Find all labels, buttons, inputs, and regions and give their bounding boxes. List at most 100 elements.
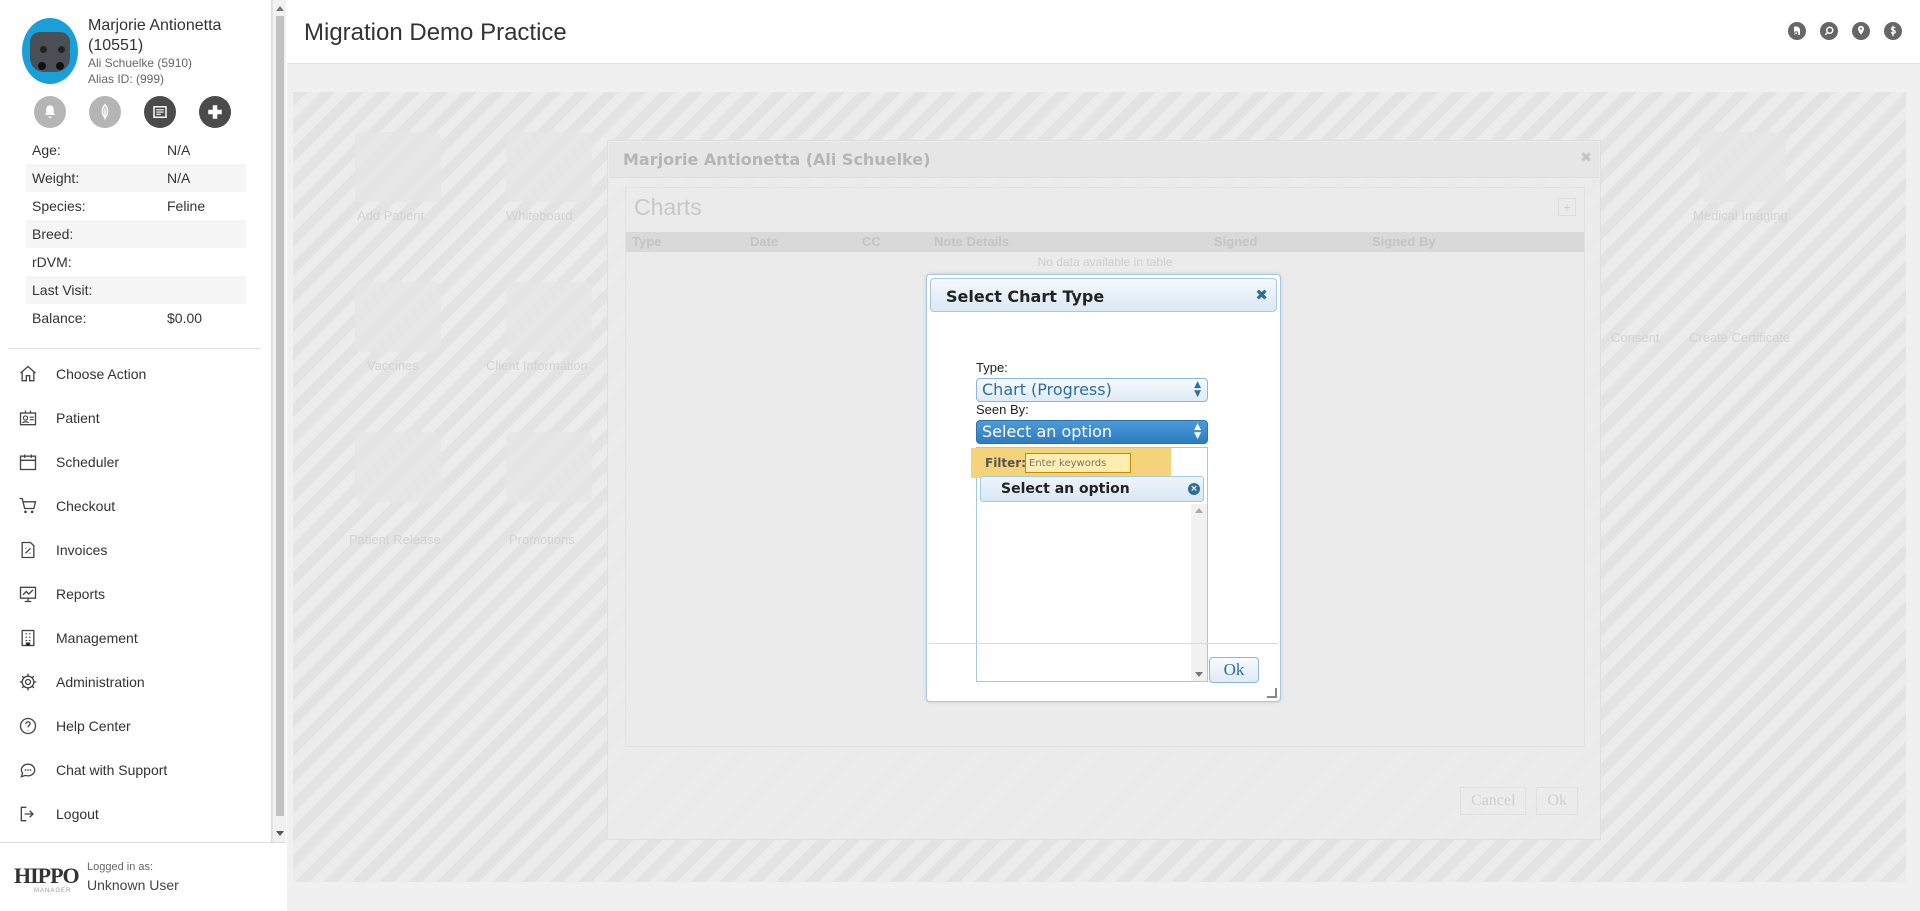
cart-icon bbox=[19, 497, 37, 514]
patient-info-table: Age: N/A Weight: N/A Species: Feline Breed:… bbox=[26, 136, 246, 332]
info-row-rdvm: rDVM: bbox=[32, 254, 72, 270]
dialog-titlebar[interactable]: Select Chart Type ✖ bbox=[930, 278, 1277, 312]
sidebar-scrollbar[interactable] bbox=[272, 0, 286, 842]
bg-label-medical-imaging: Medical Imaging bbox=[1693, 208, 1788, 223]
logout-icon bbox=[20, 806, 34, 822]
scroll-up-arrow-icon[interactable] bbox=[1195, 508, 1203, 513]
dialog-footer-divider bbox=[929, 643, 1278, 644]
resize-handle-icon[interactable] bbox=[1267, 688, 1277, 698]
ok-button[interactable]: Ok bbox=[1209, 657, 1259, 683]
chat-icon bbox=[20, 763, 36, 778]
logged-in-label: Logged in as: bbox=[87, 861, 154, 873]
notes-icon[interactable] bbox=[144, 96, 176, 128]
patient-dialog-buttons: Cancel Ok bbox=[1460, 787, 1578, 815]
col-signed-by[interactable]: Signed By bbox=[1366, 232, 1576, 252]
scroll-down-arrow-icon[interactable] bbox=[276, 831, 284, 836]
header-icons bbox=[1788, 22, 1902, 40]
col-type[interactable]: Type bbox=[626, 232, 744, 252]
sidebar-footer: HIPPO MANAGER Logged in as: Unknown User bbox=[0, 842, 286, 911]
nav-invoices[interactable]: Invoices bbox=[0, 528, 272, 572]
cancel-button[interactable]: Cancel bbox=[1460, 787, 1527, 815]
close-icon[interactable]: ✖ bbox=[1580, 149, 1592, 166]
col-signed[interactable]: Signed bbox=[1208, 232, 1366, 252]
charts-table-header: Type Date CC Note Details Signed Signed … bbox=[626, 232, 1584, 252]
bg-label-add-patient: Add Patient bbox=[357, 208, 425, 223]
nav-checkout[interactable]: Checkout bbox=[0, 484, 272, 528]
nav-choose-action[interactable]: Choose Action bbox=[0, 352, 272, 396]
dropdown-scrollbar[interactable] bbox=[1191, 504, 1207, 681]
location-pin-icon[interactable] bbox=[1852, 22, 1870, 40]
reports-icon bbox=[19, 586, 37, 603]
bg-label-vaccines: Vaccines bbox=[367, 358, 419, 373]
nav-scheduler[interactable]: Scheduler bbox=[0, 440, 272, 484]
select-chart-type-dialog: Select Chart Type ✖ Type: Chart (Progres… bbox=[926, 274, 1281, 702]
nav-management[interactable]: Management bbox=[0, 616, 272, 660]
charts-title: Charts bbox=[634, 194, 702, 220]
bg-label-whiteboard: Whiteboard bbox=[506, 208, 573, 223]
sidebar-divider bbox=[8, 348, 261, 349]
nav-reports[interactable]: Reports bbox=[0, 572, 272, 616]
patient-avatar[interactable] bbox=[22, 18, 78, 84]
bg-tile-patient-release bbox=[355, 432, 441, 502]
filter-input[interactable] bbox=[1025, 453, 1131, 473]
medical-cross-icon[interactable] bbox=[199, 96, 231, 128]
hippo-logo: HIPPO bbox=[14, 863, 80, 888]
col-cc[interactable]: CC bbox=[856, 232, 928, 252]
scrollbar-thumb[interactable] bbox=[276, 16, 284, 816]
logged-in-user: Unknown User bbox=[87, 877, 179, 893]
add-chart-button[interactable]: + bbox=[1558, 198, 1576, 216]
nav-help-center[interactable]: Help Center bbox=[0, 704, 272, 748]
info-row-last-visit: Last Visit: bbox=[26, 276, 246, 304]
dropdown-option[interactable]: Select an option × bbox=[980, 476, 1204, 502]
page-title: Migration Demo Practice bbox=[304, 19, 567, 46]
select-arrows-icon: ▲ ▼ bbox=[1194, 380, 1201, 399]
info-row-breed: Breed: bbox=[26, 220, 246, 248]
info-row-balance: Balance: $0.00 bbox=[32, 310, 203, 326]
leaf-icon[interactable] bbox=[89, 96, 121, 128]
col-note-details[interactable]: Note Details bbox=[928, 232, 1208, 252]
nav-patient[interactable]: Patient bbox=[0, 396, 272, 440]
owner-name[interactable]: Ali Schuelke (5910) bbox=[88, 56, 192, 70]
dialog-title: Select Chart Type bbox=[946, 287, 1105, 306]
hippo-logo-sub: MANAGER bbox=[34, 888, 72, 894]
filter-bar: Filter: bbox=[971, 448, 1171, 478]
nav-administration[interactable]: Administration bbox=[0, 660, 272, 704]
invoice-icon bbox=[21, 541, 35, 559]
building-icon bbox=[21, 629, 35, 647]
info-row-weight: Weight: N/A bbox=[26, 164, 246, 192]
info-row-age: Age: N/A bbox=[32, 142, 191, 158]
clear-icon[interactable]: × bbox=[1188, 483, 1200, 495]
bg-label-client-information: Client Information bbox=[486, 358, 588, 373]
patient-search-icon[interactable] bbox=[1788, 22, 1806, 40]
seen-by-label: Seen By: bbox=[976, 402, 1029, 417]
bg-tile-whiteboard bbox=[506, 132, 592, 202]
scroll-down-arrow-icon[interactable] bbox=[1195, 672, 1203, 677]
bg-tile-promotions bbox=[506, 432, 592, 502]
bg-tile-medical-imaging bbox=[1700, 132, 1786, 202]
bg-tile-add-patient bbox=[355, 132, 441, 202]
nav-logout[interactable]: Logout bbox=[0, 792, 272, 836]
bg-label-consent: Consent bbox=[1611, 330, 1660, 345]
seen-by-dropdown: Filter: Select an option × bbox=[971, 447, 1208, 682]
close-icon[interactable]: ✖ bbox=[1255, 286, 1268, 304]
col-date[interactable]: Date bbox=[744, 232, 856, 252]
nav-chat-with-support[interactable]: Chat with Support bbox=[0, 748, 272, 792]
gear-icon bbox=[19, 673, 37, 691]
patient-ok-button[interactable]: Ok bbox=[1536, 787, 1578, 815]
bell-icon[interactable] bbox=[34, 96, 66, 128]
info-row-species: Species: Feline bbox=[32, 198, 206, 214]
bg-tile-vaccines bbox=[355, 282, 441, 352]
seen-by-select[interactable]: Select an option ▲ ▼ bbox=[976, 420, 1208, 444]
scroll-up-arrow-icon[interactable] bbox=[276, 6, 284, 11]
bg-tile-client-information bbox=[506, 282, 592, 352]
type-select[interactable]: Chart (Progress) ▲ ▼ bbox=[976, 378, 1208, 402]
search-icon[interactable] bbox=[1820, 22, 1838, 40]
select-arrows-icon: ▲ ▼ bbox=[1194, 422, 1201, 441]
quick-actions bbox=[34, 96, 231, 128]
charts-empty-message: No data available in table bbox=[1037, 255, 1173, 269]
bg-label-patient-release: Patient Release bbox=[349, 532, 441, 547]
bg-label-promotions: Promotions bbox=[509, 532, 575, 547]
bg-label-create-certificate: Create Certificate bbox=[1689, 330, 1791, 345]
dollar-icon[interactable] bbox=[1884, 22, 1902, 40]
alias-id: Alias ID: (999) bbox=[88, 72, 165, 86]
